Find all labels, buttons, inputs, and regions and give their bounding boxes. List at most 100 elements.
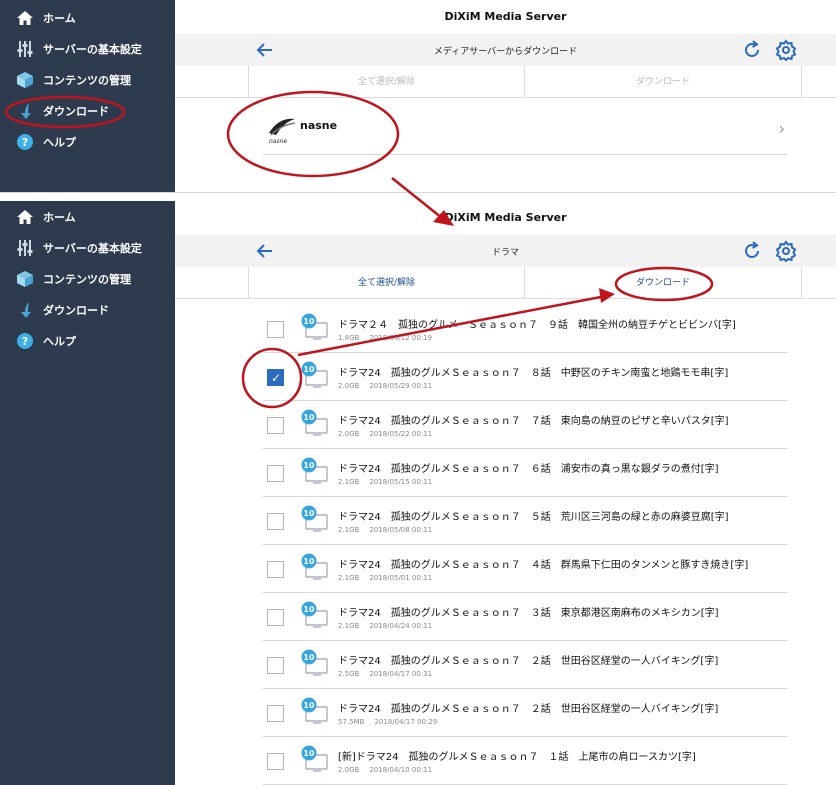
help-icon: ? [15, 331, 35, 351]
recording-tv-icon: 10 [301, 409, 329, 437]
item-checkbox[interactable] [267, 465, 284, 482]
channel-badge: 10 [303, 605, 315, 614]
item-size: 57.5MB [338, 718, 365, 726]
item-meta: 2.0GB 2018/04/10 00:11 [338, 766, 442, 774]
channel-badge: 10 [303, 413, 315, 422]
channel-badge: 10 [303, 365, 315, 374]
item-meta: 1.8GB 2018/06/12 00:19 [338, 334, 442, 342]
top-screenshot: ホーム サーバーの基本設定 コンテンツの管理 ダウンロード ? ヘルプ DiXi… [0, 0, 836, 192]
item-date: 2018/05/08 00:11 [369, 526, 433, 534]
bottom-screenshot: ホーム サーバーの基本設定 コンテンツの管理 ダウンロード ? ヘルプ DiXi… [0, 201, 836, 785]
download-button[interactable]: ダウンロード [525, 66, 801, 98]
item-checkbox[interactable] [267, 705, 284, 722]
chevron-right-icon: › [778, 119, 785, 138]
list-item[interactable]: 10 ドラマ24 孤独のグルメＳｅａｓｏｎ７ ２話 世田谷区経堂の一人バイキング[… [263, 689, 787, 737]
channel-badge: 10 [303, 749, 315, 758]
main-content: DiXiM Media Server メディアサーバーからダウンロード 全て選択… [175, 0, 836, 192]
item-date: 2018/05/15 00:11 [369, 478, 433, 486]
list-item[interactable]: 10 ドラマ24 孤独のグルメＳｅａｓｏｎ７ ４話 群馬県下仁田のタンメンと豚すき… [263, 545, 787, 593]
server-item-nasne[interactable]: nasne nasne › [263, 105, 787, 155]
action-bar: 全て選択/解除 ダウンロード [175, 66, 836, 98]
list-item[interactable]: 10 ドラマ２４ 孤独のグルメ Ｓｅａｓｏｎ７ ９話 韓国全州の納豆チゲとビビンバ… [263, 305, 787, 353]
item-size: 2.0GB [338, 430, 360, 438]
item-title: ドラマ24 孤独のグルメＳｅａｓｏｎ７ ２話 世田谷区経堂の一人バイキング[字] [338, 704, 719, 715]
list-item[interactable]: ✓ 10 ドラマ24 孤独のグルメＳｅａｓｏｎ７ ８話 中野区のチキン南蛮と地鶏モモ… [263, 353, 787, 401]
item-meta: 2.5GB 2018/04/17 00:31 [338, 670, 442, 678]
item-title: ドラマ24 孤独のグルメＳｅａｓｏｎ７ ６話 浦安市の真っ黒な銀ダラの煮付[字] [338, 464, 719, 475]
item-date: 2018/05/29 00:11 [369, 382, 433, 390]
item-checkbox[interactable] [267, 513, 284, 530]
list-item[interactable]: 10 ドラマ24 孤独のグルメＳｅａｓｏｎ７ ２話 世田谷区経堂の一人バイキング[… [263, 641, 787, 689]
refresh-icon[interactable] [741, 39, 763, 61]
sidebar-item-contents[interactable]: コンテンツの管理 [0, 263, 175, 294]
item-checkbox[interactable] [267, 753, 284, 770]
sidebar-item-server-settings[interactable]: サーバーの基本設定 [0, 33, 175, 64]
item-checkbox[interactable] [267, 657, 284, 674]
divider [801, 66, 802, 98]
item-title: ドラマ24 孤独のグルメＳｅａｓｏｎ７ ８話 中野区のチキン南蛮と地鶏モモ串[字… [338, 368, 729, 379]
list-item[interactable]: 10 ドラマ24 孤独のグルメＳｅａｓｏｎ７ ５話 荒川区三河島の緑と赤の麻婆豆腐… [263, 497, 787, 545]
gear-icon[interactable] [775, 240, 797, 263]
sidebar-item-label: ヘルプ [43, 135, 76, 149]
list-item[interactable]: 10 [新]ドラマ24 孤独のグルメＳｅａｓｏｎ７ １話 上尾市の肩ロースカツ[字… [263, 737, 787, 785]
recording-tv-icon: 10 [301, 361, 329, 389]
svg-text:?: ? [22, 136, 28, 149]
recording-tv-icon: 10 [301, 313, 329, 341]
sidebar-item-label: ヘルプ [43, 334, 76, 348]
item-size: 1.8GB [338, 334, 360, 342]
app-title: DiXiM Media Server [175, 0, 836, 34]
sidebar-item-download[interactable]: ダウンロード [0, 294, 175, 325]
sidebar-item-server-settings[interactable]: サーバーの基本設定 [0, 232, 175, 263]
list-item[interactable]: 10 ドラマ24 孤独のグルメＳｅａｓｏｎ７ ３話 東京都港区南麻布のメキシカン[… [263, 593, 787, 641]
item-title: ドラマ24 孤独のグルメＳｅａｓｏｎ７ ３話 東京都港区南麻布のメキシカン[字] [338, 608, 719, 619]
item-meta: 2.1GB 2018/04/24 00:11 [338, 622, 442, 630]
item-title: ドラマ24 孤独のグルメＳｅａｓｏｎ７ ７話 東向島の納豆のピザと辛いパスタ[字… [338, 416, 729, 427]
select-all-button[interactable]: 全て選択/解除 [249, 267, 524, 299]
item-size: 2.0GB [338, 382, 360, 390]
item-size: 2.1GB [338, 622, 360, 630]
download-button[interactable]: ダウンロード [525, 267, 801, 299]
panel-separator [0, 192, 836, 201]
recording-tv-icon: 10 [301, 553, 329, 581]
recording-tv-icon: 10 [301, 649, 329, 677]
gear-icon[interactable] [775, 39, 797, 62]
nasne-logo-text: nasne [269, 138, 287, 144]
item-checkbox[interactable] [267, 417, 284, 434]
item-checkbox[interactable] [267, 321, 284, 338]
screen-title: ドラマ [491, 247, 519, 258]
channel-badge: 10 [303, 461, 315, 470]
sidebar-item-label: コンテンツの管理 [43, 272, 131, 286]
recording-tv-icon: 10 [301, 457, 329, 485]
select-all-button[interactable]: 全て選択/解除 [249, 66, 524, 98]
item-meta: 2.0GB 2018/05/22 00:11 [338, 430, 442, 438]
channel-badge: 10 [303, 317, 315, 326]
list-item[interactable]: 10 ドラマ24 孤独のグルメＳｅａｓｏｎ７ ７話 東向島の納豆のピザと辛いパスタ… [263, 401, 787, 449]
recording-tv-icon: 10 [301, 601, 329, 629]
item-size: 2.1GB [338, 574, 360, 582]
sidebar-item-help[interactable]: ? ヘルプ [0, 325, 175, 356]
refresh-icon[interactable] [741, 240, 763, 262]
item-meta: 2.1GB 2018/05/15 00:11 [338, 478, 442, 486]
item-date: 2018/04/17 00:29 [374, 718, 438, 726]
back-arrow-icon[interactable] [255, 241, 275, 261]
back-arrow-icon[interactable] [255, 40, 275, 60]
list-item[interactable]: 10 ドラマ24 孤独のグルメＳｅａｓｏｎ７ ６話 浦安市の真っ黒な銀ダラの煮付[… [263, 449, 787, 497]
item-checkbox[interactable]: ✓ [267, 369, 284, 386]
sidebar-item-help[interactable]: ? ヘルプ [0, 126, 175, 157]
item-checkbox[interactable] [267, 561, 284, 578]
item-checkbox[interactable] [267, 609, 284, 626]
sidebar-item-contents[interactable]: コンテンツの管理 [0, 64, 175, 95]
sidebar-item-home[interactable]: ホーム [0, 2, 175, 33]
navigation-bar: ドラマ [175, 235, 836, 267]
sidebar-item-label: コンテンツの管理 [43, 73, 131, 87]
download-arrow-icon [15, 101, 35, 121]
sidebar-item-home[interactable]: ホーム [0, 201, 175, 232]
channel-badge: 10 [303, 653, 315, 662]
sliders-icon [15, 39, 35, 59]
screen-title: メディアサーバーからダウンロード [433, 46, 578, 57]
box-icon [15, 70, 35, 90]
item-meta: 2.1GB 2018/05/01 00:11 [338, 574, 442, 582]
sidebar-item-download[interactable]: ダウンロード [0, 95, 175, 126]
sidebar-item-label: ダウンロード [43, 104, 109, 118]
item-title: ドラマ24 孤独のグルメＳｅａｓｏｎ７ ５話 荒川区三河島の緑と赤の麻婆豆腐[字… [338, 512, 729, 523]
